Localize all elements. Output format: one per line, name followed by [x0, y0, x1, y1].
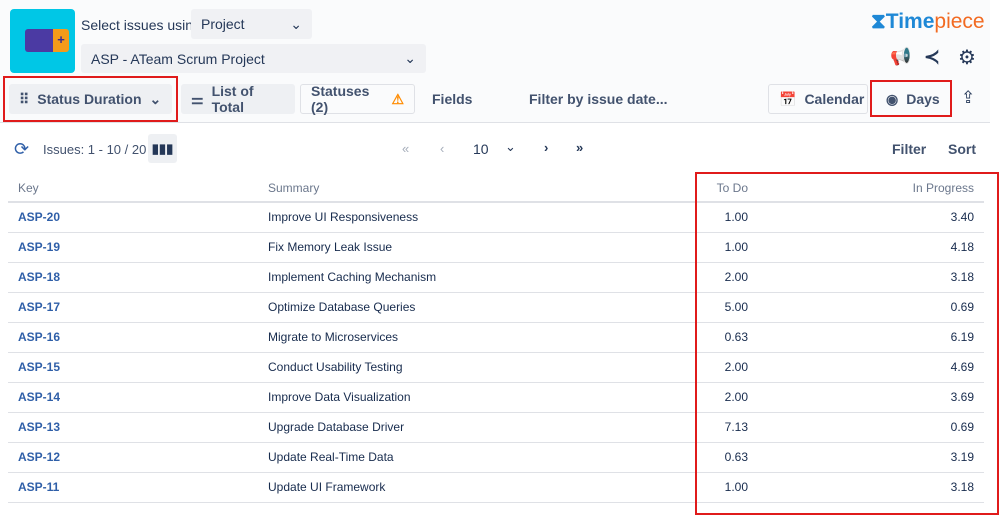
project-value: ASP - ATeam Scrum Project	[91, 50, 265, 67]
statuses-label: Statuses (2)	[311, 83, 370, 115]
list-of-total-label: List of Total	[211, 83, 254, 115]
issue-key-link[interactable]: ASP-18	[8, 262, 258, 293]
issue-summary: Improve UI Responsiveness	[258, 202, 698, 233]
issue-key-link[interactable]: ASP-14	[8, 382, 258, 413]
last-page-icon[interactable]: »	[576, 140, 583, 155]
filter-button[interactable]: Filter	[892, 141, 926, 157]
chart-icon[interactable]: ▮▮▮	[148, 134, 177, 163]
issue-summary: Conduct Usability Testing	[258, 352, 698, 383]
days-button[interactable]: ◉ Days	[876, 84, 950, 114]
issue-summary: Update UI Framework	[258, 472, 698, 503]
select-label: Select issues using	[81, 17, 201, 33]
project-dropdown[interactable]: ASP - ATeam Scrum Project ⌄	[81, 44, 426, 73]
days-label: Days	[906, 91, 940, 107]
report-type-label: Status Duration	[37, 91, 142, 107]
select-mode-dropdown[interactable]: Project ⌄	[191, 9, 312, 39]
statuses-button[interactable]: Statuses (2) ⚠	[300, 83, 415, 115]
timepiece-logo: ⧗Timepiece	[871, 10, 985, 33]
fields-button[interactable]: Fields	[422, 84, 482, 114]
list-of-total-button[interactable]: ⚌ List of Total	[181, 83, 295, 115]
calendar-label: Calendar	[804, 91, 865, 107]
issue-key-link[interactable]: ASP-19	[8, 232, 258, 263]
chevron-down-icon[interactable]: ⌄	[505, 139, 516, 155]
issue-key-link[interactable]: ASP-20	[8, 202, 258, 233]
issue-key-link[interactable]: ASP-12	[8, 442, 258, 473]
issue-key-link[interactable]: ASP-11	[8, 472, 258, 503]
calendar-button[interactable]: 📅 Calendar	[768, 84, 868, 114]
chevron-down-icon: ⌄	[290, 15, 302, 32]
share-icon[interactable]: ≺	[924, 46, 940, 69]
sliders-icon: ⚌	[191, 90, 204, 107]
issue-key-link[interactable]: ASP-15	[8, 352, 258, 383]
gear-icon[interactable]: ⚙	[958, 45, 976, 70]
filter-by-date-input[interactable]: Filter by issue date...	[519, 84, 678, 114]
chevron-down-icon: ⌄	[404, 50, 416, 66]
sort-button[interactable]: Sort	[948, 141, 976, 157]
select-mode-value: Project	[201, 16, 245, 32]
issue-summary: Optimize Database Queries	[258, 292, 698, 323]
column-summary[interactable]: Summary	[258, 174, 698, 203]
issue-summary: Fix Memory Leak Issue	[258, 232, 698, 263]
prev-page-icon[interactable]: ‹	[440, 141, 444, 156]
grid-icon: ⠿	[19, 90, 30, 107]
report-type-dropdown[interactable]: ⠿ Status Duration ⌄	[9, 84, 172, 114]
next-page-icon[interactable]: ›	[544, 140, 548, 155]
issue-summary: Migrate to Microservices	[258, 322, 698, 353]
refresh-icon[interactable]: ⟳	[14, 139, 29, 160]
issues-count: Issues: 1 - 10 / 20	[43, 142, 147, 157]
calendar-icon: 📅	[779, 90, 797, 107]
issue-key-link[interactable]: ASP-13	[8, 412, 258, 443]
export-icon[interactable]: ⇪	[961, 88, 975, 108]
app-logo: +	[10, 9, 75, 73]
column-key[interactable]: Key	[8, 174, 258, 203]
issue-summary: Improve Data Visualization	[258, 382, 698, 413]
megaphone-icon[interactable]: 📢	[890, 47, 911, 67]
highlight-box	[695, 172, 999, 515]
issue-key-link[interactable]: ASP-17	[8, 292, 258, 323]
issue-summary: Implement Caching Mechanism	[258, 262, 698, 293]
issue-key-link[interactable]: ASP-16	[8, 322, 258, 353]
eye-icon: ◉	[886, 90, 899, 107]
issue-summary: Upgrade Database Driver	[258, 412, 698, 443]
issue-summary: Update Real-Time Data	[258, 442, 698, 473]
first-page-icon[interactable]: «	[402, 141, 409, 156]
page-size-value[interactable]: 10	[473, 141, 489, 157]
chevron-down-icon: ⌄	[149, 90, 162, 107]
warning-icon: ⚠	[391, 90, 404, 107]
